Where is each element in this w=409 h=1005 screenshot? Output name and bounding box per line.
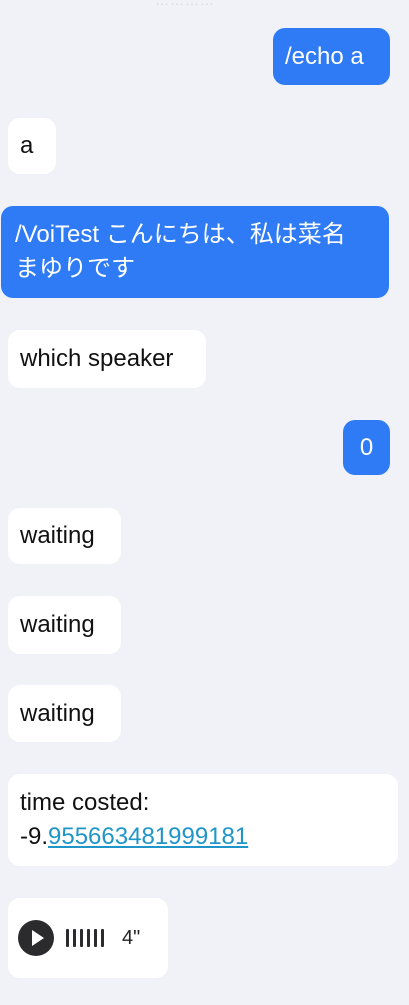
message-bubble-incoming[interactable]: a: [8, 118, 56, 174]
top-ghost-text: …………: [155, 0, 215, 8]
message-bubble-incoming[interactable]: waiting: [8, 685, 121, 742]
message-text: /echo a: [285, 42, 364, 70]
waveform-icon: [66, 926, 104, 950]
message-text: waiting: [20, 522, 95, 549]
time-costed-value: -9.955663481999181: [20, 820, 248, 854]
message-bubble-incoming[interactable]: waiting: [8, 508, 121, 564]
message-text: a: [20, 132, 34, 159]
time-costed-prefix: -9.: [20, 823, 49, 850]
message-text: which speaker: [20, 345, 174, 372]
message-text: /VoiTest こんにちは、私は菜名まゆりです: [15, 221, 346, 282]
chat-thread[interactable]: ………… /echo a a /VoiTest こんにちは、私は菜名まゆりです …: [0, 0, 409, 1005]
message-text: 0: [359, 433, 374, 461]
message-bubble-incoming[interactable]: time costed: -9.955663481999181: [8, 774, 398, 866]
message-bubble-incoming[interactable]: waiting: [8, 596, 121, 654]
message-bubble-incoming[interactable]: which speaker: [8, 330, 206, 388]
voice-message-bubble[interactable]: 4": [8, 898, 168, 978]
time-costed-label: time costed:: [20, 789, 150, 816]
message-bubble-outgoing[interactable]: /VoiTest こんにちは、私は菜名まゆりです: [1, 206, 389, 298]
message-text: waiting: [20, 699, 95, 727]
voice-duration: 4": [122, 927, 141, 949]
message-bubble-outgoing[interactable]: /echo a: [273, 28, 390, 85]
time-costed-link[interactable]: 955663481999181: [48, 823, 248, 850]
play-icon[interactable]: [18, 920, 54, 956]
message-bubble-outgoing[interactable]: 0: [343, 420, 390, 475]
message-text: waiting: [20, 611, 95, 638]
